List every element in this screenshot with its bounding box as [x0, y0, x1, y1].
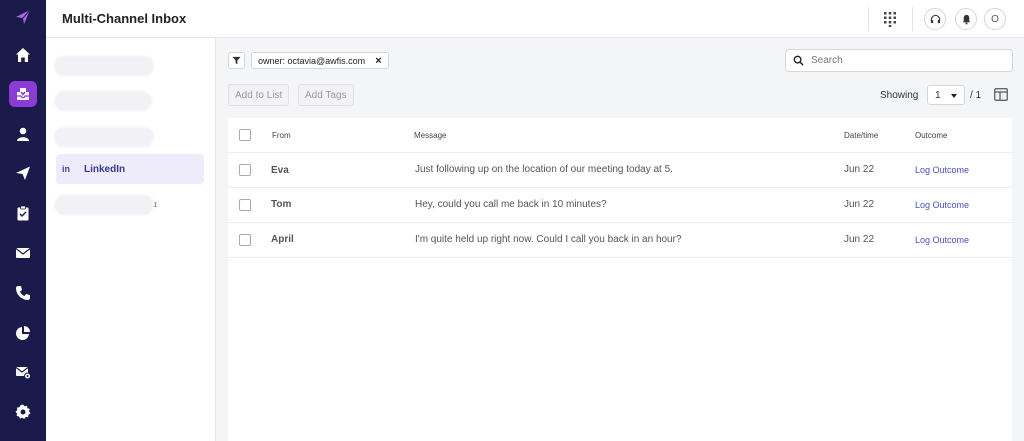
- search-input[interactable]: [811, 55, 1001, 66]
- row-checkbox[interactable]: [239, 164, 251, 176]
- logo-icon-graphic: [16, 9, 31, 24]
- table-row[interactable]: Eva Just following up on the location of…: [228, 153, 1012, 188]
- messages-table: From Message Date/time Outcome Eva Just …: [228, 118, 1012, 441]
- linkedin-icon: in: [62, 164, 70, 174]
- inbox-active-indicator: [9, 81, 37, 107]
- search-box: [785, 49, 1013, 72]
- log-outcome-link[interactable]: Log Outcome: [915, 165, 969, 175]
- topbar-divider: [868, 7, 869, 31]
- sidebar-item-redacted[interactable]: [54, 91, 152, 111]
- table-row[interactable]: April I'm quite held up right now. Could…: [228, 223, 1012, 258]
- row-date: Jun 22: [844, 234, 875, 245]
- avatar[interactable]: O: [984, 8, 1006, 30]
- page-select[interactable]: 1: [927, 85, 965, 105]
- page-select-value: 1: [935, 89, 941, 101]
- row-from: Eva: [271, 165, 289, 176]
- sidebar-item-fragment: ɪ: [154, 200, 157, 209]
- row-message: Hey, could you call me back in 10 minute…: [415, 199, 607, 210]
- row-message: I'm quite held up right now. Could I cal…: [415, 234, 682, 245]
- row-checkbox[interactable]: [239, 234, 251, 246]
- row-from: Tom: [271, 199, 292, 210]
- top-bar: Multi-Channel Inbox O: [46, 0, 1024, 38]
- table-header-row: From Message Date/time Outcome: [228, 118, 1012, 153]
- log-outcome-link[interactable]: Log Outcome: [915, 200, 969, 210]
- send-icon[interactable]: [0, 158, 46, 188]
- apps-grid-icon[interactable]: [882, 11, 898, 27]
- log-outcome-link[interactable]: Log Outcome: [915, 235, 969, 245]
- table-row[interactable]: Tom Hey, could you call me back in 10 mi…: [228, 188, 1012, 223]
- contacts-icon[interactable]: [0, 119, 46, 149]
- add-tags-button[interactable]: Add Tags: [298, 84, 354, 106]
- logo-icon[interactable]: [0, 2, 46, 32]
- notifications-button[interactable]: [955, 8, 977, 30]
- row-date: Jun 22: [844, 199, 875, 210]
- column-header-message: Message: [414, 131, 447, 140]
- inbox-icon[interactable]: [0, 79, 46, 109]
- clipboard-icon[interactable]: [0, 198, 46, 228]
- chevron-down-icon: [951, 94, 957, 98]
- chip-remove-icon[interactable]: ×: [375, 55, 381, 67]
- columns-icon[interactable]: [994, 88, 1008, 101]
- add-to-list-button[interactable]: Add to List: [228, 84, 290, 106]
- sidebar-item-redacted[interactable]: [54, 195, 154, 215]
- row-from: April: [271, 234, 294, 245]
- page-title: Multi-Channel Inbox: [62, 11, 187, 26]
- column-header-datetime: Date/time: [844, 131, 879, 140]
- phone-icon[interactable]: [0, 278, 46, 308]
- channel-sidebar: in LinkedIn ɪ: [46, 38, 216, 441]
- showing-label: Showing: [880, 90, 919, 101]
- column-header-outcome: Outcome: [915, 131, 948, 140]
- sidebar-item-redacted[interactable]: [54, 56, 154, 76]
- row-checkbox[interactable]: [239, 199, 251, 211]
- headset-button[interactable]: [924, 8, 946, 30]
- filter-chip-label: owner: octavia@awfis.com: [258, 55, 366, 66]
- mail-settings-icon[interactable]: [0, 357, 46, 387]
- row-message: Just following up on the location of our…: [415, 164, 673, 175]
- sidebar-item-linkedin[interactable]: in LinkedIn: [56, 154, 204, 184]
- topbar-divider: [912, 7, 913, 31]
- sidebar-item-redacted[interactable]: [54, 127, 154, 147]
- search-icon: [793, 55, 804, 66]
- filter-button[interactable]: [228, 52, 245, 69]
- sidebar-item-label: LinkedIn: [84, 163, 126, 175]
- headset-icon: [930, 14, 940, 23]
- filter-icon: [232, 56, 241, 65]
- filter-chip: owner: octavia@awfis.com ×: [251, 52, 389, 69]
- app-rail: [0, 0, 46, 441]
- reports-icon[interactable]: [0, 318, 46, 348]
- bell-icon: [962, 14, 970, 24]
- select-all-checkbox[interactable]: [239, 129, 251, 141]
- settings-icon[interactable]: [0, 397, 46, 427]
- mail-icon[interactable]: [0, 238, 46, 268]
- home-icon[interactable]: [0, 40, 46, 70]
- page-total: / 1: [970, 90, 982, 101]
- row-date: Jun 22: [844, 164, 875, 175]
- column-header-from: From: [272, 131, 291, 140]
